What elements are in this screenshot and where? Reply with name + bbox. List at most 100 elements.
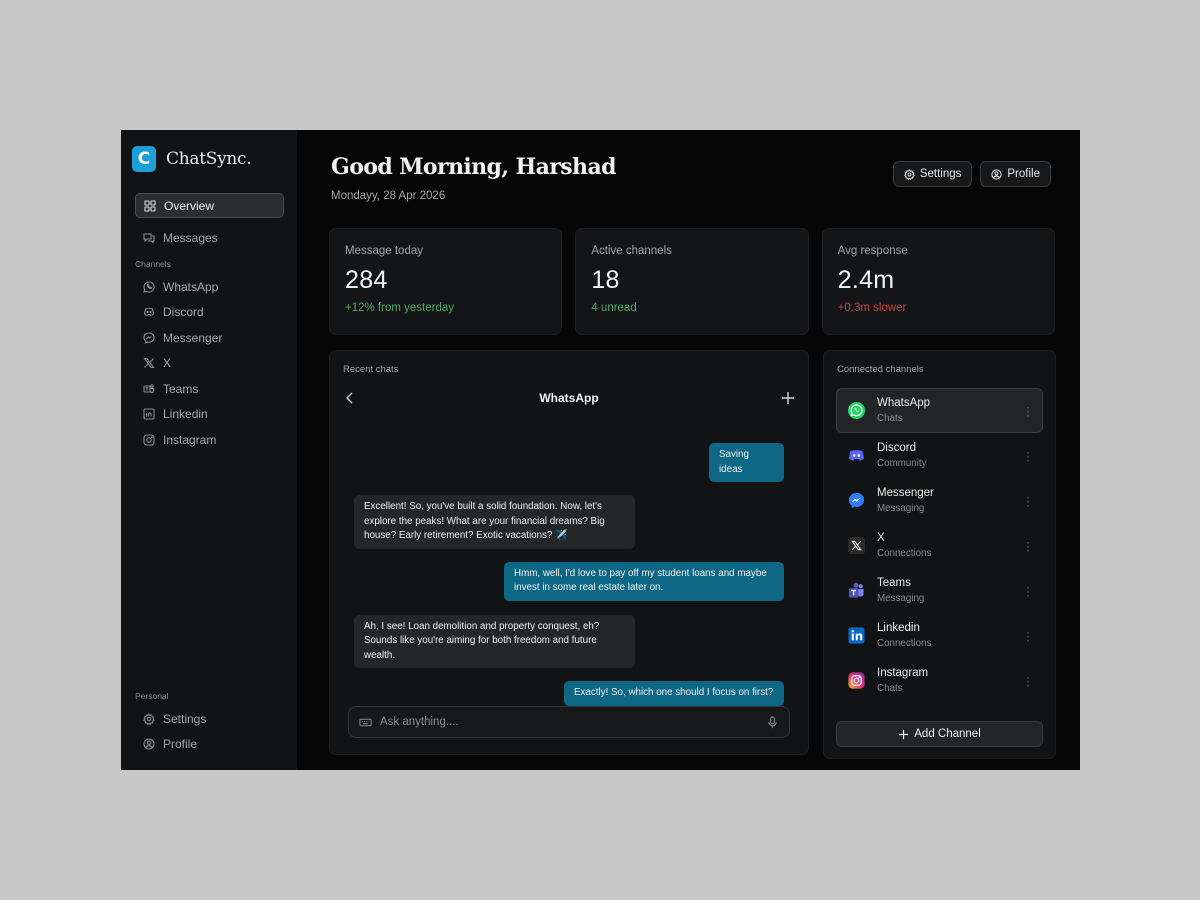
channel-subtitle: Chats: [877, 413, 903, 424]
more-vertical-icon[interactable]: · · ·: [1024, 626, 1032, 646]
messenger-icon: [847, 491, 866, 510]
channel-name: Messenger: [877, 487, 934, 499]
user-circle-icon: [991, 168, 1002, 180]
nav-item-x[interactable]: X: [135, 351, 284, 376]
x-icon: [847, 536, 866, 555]
stat-delta: 4 unread: [591, 302, 637, 314]
gear-icon: [143, 712, 155, 725]
nav-item-messenger[interactable]: Messenger: [135, 325, 284, 350]
linkedin-icon: [847, 626, 866, 645]
chevron-left-icon[interactable]: [343, 391, 357, 405]
chat-header: WhatsApp: [343, 388, 795, 408]
more-vertical-icon[interactable]: · · ·: [1024, 536, 1032, 556]
stat-label: Avg response: [837, 245, 908, 257]
brand[interactable]: C ChatSync.: [132, 146, 252, 172]
keyboard-icon: [359, 718, 372, 726]
plus-icon[interactable]: [781, 391, 795, 405]
brand-name: ChatSync.: [166, 149, 252, 169]
channel-name: Instagram: [877, 667, 929, 679]
channel-subtitle: Messaging: [877, 503, 925, 514]
channel-teams[interactable]: Teams Messaging · · ·: [836, 568, 1043, 613]
personal-section-label: Personal: [135, 691, 169, 701]
messenger-icon: [143, 332, 155, 344]
nav-item-label: Discord: [163, 305, 204, 320]
stat-delta: +0.3m slower: [837, 302, 907, 314]
teams-icon: [143, 383, 155, 395]
channel-linkedin[interactable]: Linkedin Connections · · ·: [836, 613, 1043, 658]
nav-item-profile[interactable]: Profile: [135, 732, 284, 757]
channels-section-label: Channels: [135, 259, 171, 269]
top-actions: Settings Profile: [892, 161, 1051, 187]
app-window: C ChatSync. Overview Messages Channels W…: [121, 130, 1080, 770]
nav-item-label: Instagram: [163, 433, 217, 448]
connected-channels-label: Connected channels: [837, 364, 924, 375]
channel-name: Teams: [877, 577, 911, 589]
channel-subtitle: Community: [877, 458, 927, 469]
nav-personal: Personal Settings Profile: [135, 682, 284, 764]
channel-discord[interactable]: Discord Community · · ·: [836, 433, 1043, 478]
nav-item-settings[interactable]: Settings: [135, 706, 284, 731]
profile-button-label: Profile: [1007, 168, 1040, 180]
stat-value: 2.4m: [837, 266, 895, 294]
more-vertical-icon[interactable]: · · ·: [1024, 581, 1032, 601]
nav-item-label: WhatsApp: [163, 279, 219, 294]
chat-input[interactable]: [380, 716, 766, 728]
add-channel-button[interactable]: Add Channel: [836, 721, 1043, 747]
linkedin-icon: [143, 408, 155, 421]
channel-whatsapp[interactable]: WhatsApp Chats · · ·: [836, 388, 1043, 433]
add-channel-label: Add Channel: [914, 728, 981, 740]
page-title: Good Morning, Harshad: [331, 154, 617, 180]
chat-bubbles-icon: [143, 232, 155, 244]
more-vertical-icon[interactable]: · · ·: [1024, 446, 1032, 466]
recent-chats-label: Recent chats: [343, 364, 399, 375]
stat-card-messages-today: Message today 284 +12% from yesterday: [329, 228, 563, 335]
nav-item-teams[interactable]: Teams: [135, 376, 284, 401]
channel-x[interactable]: X Connections · · ·: [836, 523, 1043, 568]
stat-value: 284: [345, 266, 388, 294]
settings-button-label: Settings: [919, 168, 962, 180]
chat-input-bar: [348, 706, 790, 738]
channel-instagram[interactable]: Instagram Chats · · ·: [836, 658, 1043, 703]
page-date: Mondayy, 28 Apr 2026: [331, 190, 446, 202]
channel-name: Linkedin: [877, 622, 920, 634]
channel-subtitle: Chats: [877, 683, 903, 694]
message-outgoing: Saving ideas: [709, 443, 784, 482]
channel-subtitle: Connections: [877, 548, 932, 559]
channel-name: X: [877, 532, 885, 544]
more-vertical-icon[interactable]: · · ·: [1024, 401, 1032, 421]
recent-chats-panel: Recent chats WhatsApp Saving ideas Excel…: [329, 350, 809, 755]
channel-messenger[interactable]: Messenger Messaging · · ·: [836, 478, 1043, 523]
message-outgoing: Hmm, well, I'd love to pay off my studen…: [504, 561, 784, 601]
stat-label: Active channels: [591, 245, 672, 257]
nav-item-linkedin[interactable]: Linkedin: [135, 402, 284, 427]
channels-nav: WhatsApp Discord Messenger X Teams Linke…: [135, 274, 284, 453]
nav-item-discord[interactable]: Discord: [135, 300, 284, 325]
message-incoming: Ah, I see! Loan demolition and property …: [354, 614, 635, 668]
profile-button[interactable]: Profile: [980, 161, 1051, 187]
stat-label: Message today: [345, 245, 423, 257]
microphone-icon[interactable]: [766, 715, 779, 729]
nav-item-whatsapp[interactable]: WhatsApp: [135, 274, 284, 299]
x-icon: [143, 357, 155, 369]
more-vertical-icon[interactable]: · · ·: [1024, 491, 1032, 511]
more-vertical-icon[interactable]: · · ·: [1024, 671, 1032, 691]
brand-logo: C: [132, 146, 156, 172]
nav-item-label: Overview: [164, 198, 215, 213]
nav-item-overview[interactable]: Overview: [135, 193, 284, 218]
nav-item-messages[interactable]: Messages: [135, 225, 284, 250]
connected-channels-panel: Connected channels WhatsApp Chats ···: [823, 350, 1056, 759]
message-outgoing: Exactly! So, which one should I focus on…: [564, 681, 784, 706]
message-list: Saving ideas Excellent! So, you've built…: [354, 443, 784, 706]
stat-card-avg-response: Avg response 2.4m +0.3m slower: [821, 228, 1055, 335]
instagram-icon: [847, 671, 866, 690]
nav-top: Overview Messages Channels WhatsApp Disc…: [135, 193, 284, 453]
chat-title: WhatsApp: [539, 391, 599, 405]
nav-item-instagram[interactable]: Instagram: [135, 428, 284, 453]
stat-card-active-channels: Active channels 18 4 unread: [575, 228, 809, 335]
sidebar: C ChatSync. Overview Messages Channels W…: [121, 130, 297, 770]
whatsapp-icon: [847, 401, 866, 420]
instagram-icon: [143, 434, 155, 446]
nav-item-label: Settings: [163, 711, 207, 726]
teams-icon: [847, 581, 866, 600]
settings-button[interactable]: Settings: [892, 161, 973, 187]
